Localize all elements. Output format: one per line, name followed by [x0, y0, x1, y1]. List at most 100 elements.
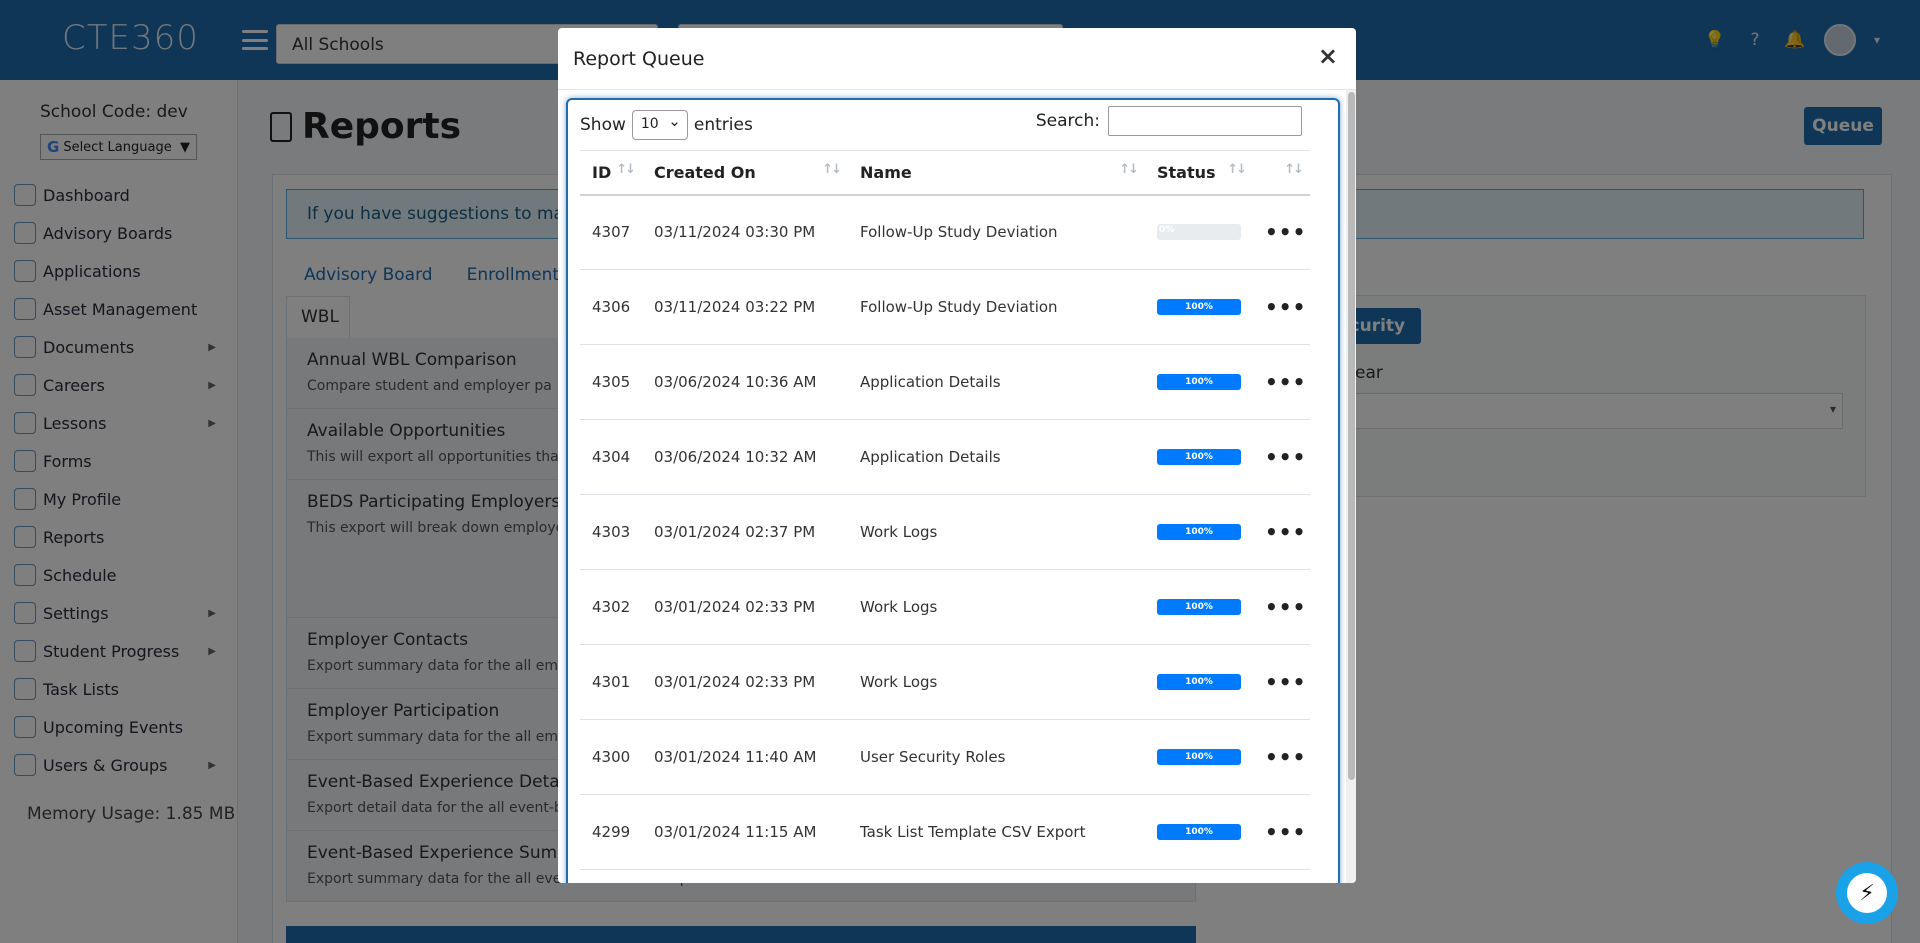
- cell-status: 100%: [1145, 644, 1253, 720]
- progress-bar: 0%: [1157, 224, 1241, 241]
- table-row: 4305 03/06/2024 10:36 AM Application Detai…: [580, 344, 1310, 420]
- column-name-label: Name: [860, 162, 912, 182]
- more-actions-icon[interactable]: •••: [1265, 595, 1306, 619]
- progress-fill: 100%: [1157, 599, 1241, 615]
- table-controls: Show 10 entries Search:: [580, 106, 1302, 140]
- cell-id: 4303: [580, 494, 642, 570]
- cell-status: 100%: [1145, 569, 1253, 645]
- column-status-label: Status: [1157, 162, 1216, 182]
- column-id-label: ID: [592, 162, 612, 182]
- search-label: Search:: [1035, 111, 1100, 131]
- column-created-label: Created On: [654, 162, 756, 182]
- progress-fill: 100%: [1157, 449, 1241, 465]
- table-row: 4307 03/11/2024 03:30 PM Follow-Up Study D…: [580, 194, 1310, 270]
- cell-actions: •••: [1253, 569, 1310, 645]
- more-actions-icon[interactable]: •••: [1265, 820, 1306, 844]
- cell-created-on: 03/01/2024 11:15 AM: [642, 794, 848, 870]
- cell-id: 4302: [580, 569, 642, 645]
- progress-label: 100%: [1185, 602, 1213, 612]
- cell-id: 4304: [580, 419, 642, 495]
- progress-bar: 100%: [1157, 524, 1241, 540]
- sort-icon[interactable]: ↑↓: [1284, 162, 1304, 177]
- progress-label: 100%: [1185, 677, 1213, 687]
- entries-select[interactable]: 10: [631, 110, 688, 140]
- report-queue-modal: Report Queue × Show 10 entries Search: I…: [558, 28, 1356, 883]
- progress-label: 100%: [1185, 527, 1213, 537]
- cell-actions: •••: [1253, 494, 1310, 570]
- table-row: 4301 03/01/2024 02:33 PM Work Logs 100% •••: [580, 644, 1310, 720]
- cell-id: 4301: [580, 644, 642, 720]
- more-actions-icon[interactable]: •••: [1265, 520, 1306, 544]
- cell-created-on: 03/01/2024 02:33 PM: [642, 644, 848, 720]
- sort-icon[interactable]: ↑↓: [822, 162, 842, 177]
- column-actions[interactable]: ↑↓: [1253, 150, 1310, 196]
- cell-status: 100%: [1145, 419, 1253, 495]
- cell-id: 4306: [580, 269, 642, 345]
- sort-icon[interactable]: ↑↓: [616, 162, 636, 177]
- progress-fill: 100%: [1157, 374, 1241, 390]
- modal-title: Report Queue: [573, 48, 705, 70]
- progress-label: 100%: [1185, 752, 1213, 762]
- cell-name: Work Logs: [848, 569, 1145, 645]
- cell-created-on: 03/01/2024 11:40 AM: [642, 719, 848, 795]
- chat-icon: ⚡: [1847, 873, 1887, 913]
- cell-created-on: 03/01/2024 02:33 PM: [642, 569, 848, 645]
- more-actions-icon[interactable]: •••: [1265, 745, 1306, 769]
- sort-icon[interactable]: ↑↓: [1119, 162, 1139, 177]
- cell-created-on: 03/01/2024 02:37 PM: [642, 494, 848, 570]
- progress-label: 100%: [1185, 302, 1213, 312]
- cell-name: Work Logs: [848, 494, 1145, 570]
- progress-bar: 100%: [1157, 824, 1241, 840]
- progress-label: 0%: [1159, 225, 1175, 236]
- cell-name: Follow-Up Study Deviation: [848, 269, 1145, 345]
- table-row: 4303 03/01/2024 02:37 PM Work Logs 100% •••: [580, 494, 1310, 570]
- chat-launcher[interactable]: ⚡: [1836, 862, 1898, 924]
- more-actions-icon[interactable]: •••: [1265, 220, 1306, 244]
- cell-name: Application Details: [848, 344, 1145, 420]
- report-queue-table: ID ↑↓ Created On ↑↓ Name ↑↓ Status ↑↓ ↑↓ 430…: [580, 150, 1310, 870]
- progress-label: 100%: [1185, 452, 1213, 462]
- more-actions-icon[interactable]: •••: [1265, 445, 1306, 469]
- cell-actions: •••: [1253, 269, 1310, 345]
- progress-bar: 100%: [1157, 674, 1241, 690]
- entries-control: Show 10 entries: [580, 110, 753, 140]
- close-icon[interactable]: ×: [1318, 42, 1338, 70]
- table-row: 4300 03/01/2024 11:40 AM User Security Rol…: [580, 719, 1310, 795]
- progress-fill: 100%: [1157, 299, 1241, 315]
- cell-id: 4305: [580, 344, 642, 420]
- progress-bar: 100%: [1157, 449, 1241, 465]
- column-name[interactable]: Name ↑↓: [848, 150, 1145, 196]
- cell-status: 100%: [1145, 269, 1253, 345]
- cell-created-on: 03/11/2024 03:22 PM: [642, 269, 848, 345]
- cell-name: Task List Template CSV Export: [848, 794, 1145, 870]
- search-input[interactable]: [1108, 106, 1302, 136]
- cell-created-on: 03/06/2024 10:32 AM: [642, 419, 848, 495]
- cell-name: Application Details: [848, 419, 1145, 495]
- cell-status: 100%: [1145, 719, 1253, 795]
- more-actions-icon[interactable]: •••: [1265, 670, 1306, 694]
- entries-label: entries: [693, 115, 753, 135]
- show-label: Show: [580, 115, 626, 135]
- progress-bar: 100%: [1157, 749, 1241, 765]
- cell-name: User Security Roles: [848, 719, 1145, 795]
- table-row: 4306 03/11/2024 03:22 PM Follow-Up Study D…: [580, 269, 1310, 345]
- progress-fill: 100%: [1157, 524, 1241, 540]
- cell-actions: •••: [1253, 644, 1310, 720]
- column-status[interactable]: Status ↑↓: [1145, 150, 1253, 196]
- search-control: Search:: [1036, 106, 1302, 136]
- cell-name: Follow-Up Study Deviation: [848, 194, 1145, 270]
- progress-label: 100%: [1185, 377, 1213, 387]
- cell-created-on: 03/06/2024 10:36 AM: [642, 344, 848, 420]
- more-actions-icon[interactable]: •••: [1265, 295, 1306, 319]
- sort-icon[interactable]: ↑↓: [1227, 162, 1247, 177]
- column-id[interactable]: ID ↑↓: [580, 150, 642, 196]
- cell-actions: •••: [1253, 719, 1310, 795]
- cell-id: 4299: [580, 794, 642, 870]
- scrollbar-thumb[interactable]: [1348, 92, 1355, 780]
- table-row: 4304 03/06/2024 10:32 AM Application Detai…: [580, 419, 1310, 495]
- cell-id: 4307: [580, 194, 642, 270]
- cell-actions: •••: [1253, 794, 1310, 870]
- cell-actions: •••: [1253, 344, 1310, 420]
- column-created-on[interactable]: Created On ↑↓: [642, 150, 848, 196]
- more-actions-icon[interactable]: •••: [1265, 370, 1306, 394]
